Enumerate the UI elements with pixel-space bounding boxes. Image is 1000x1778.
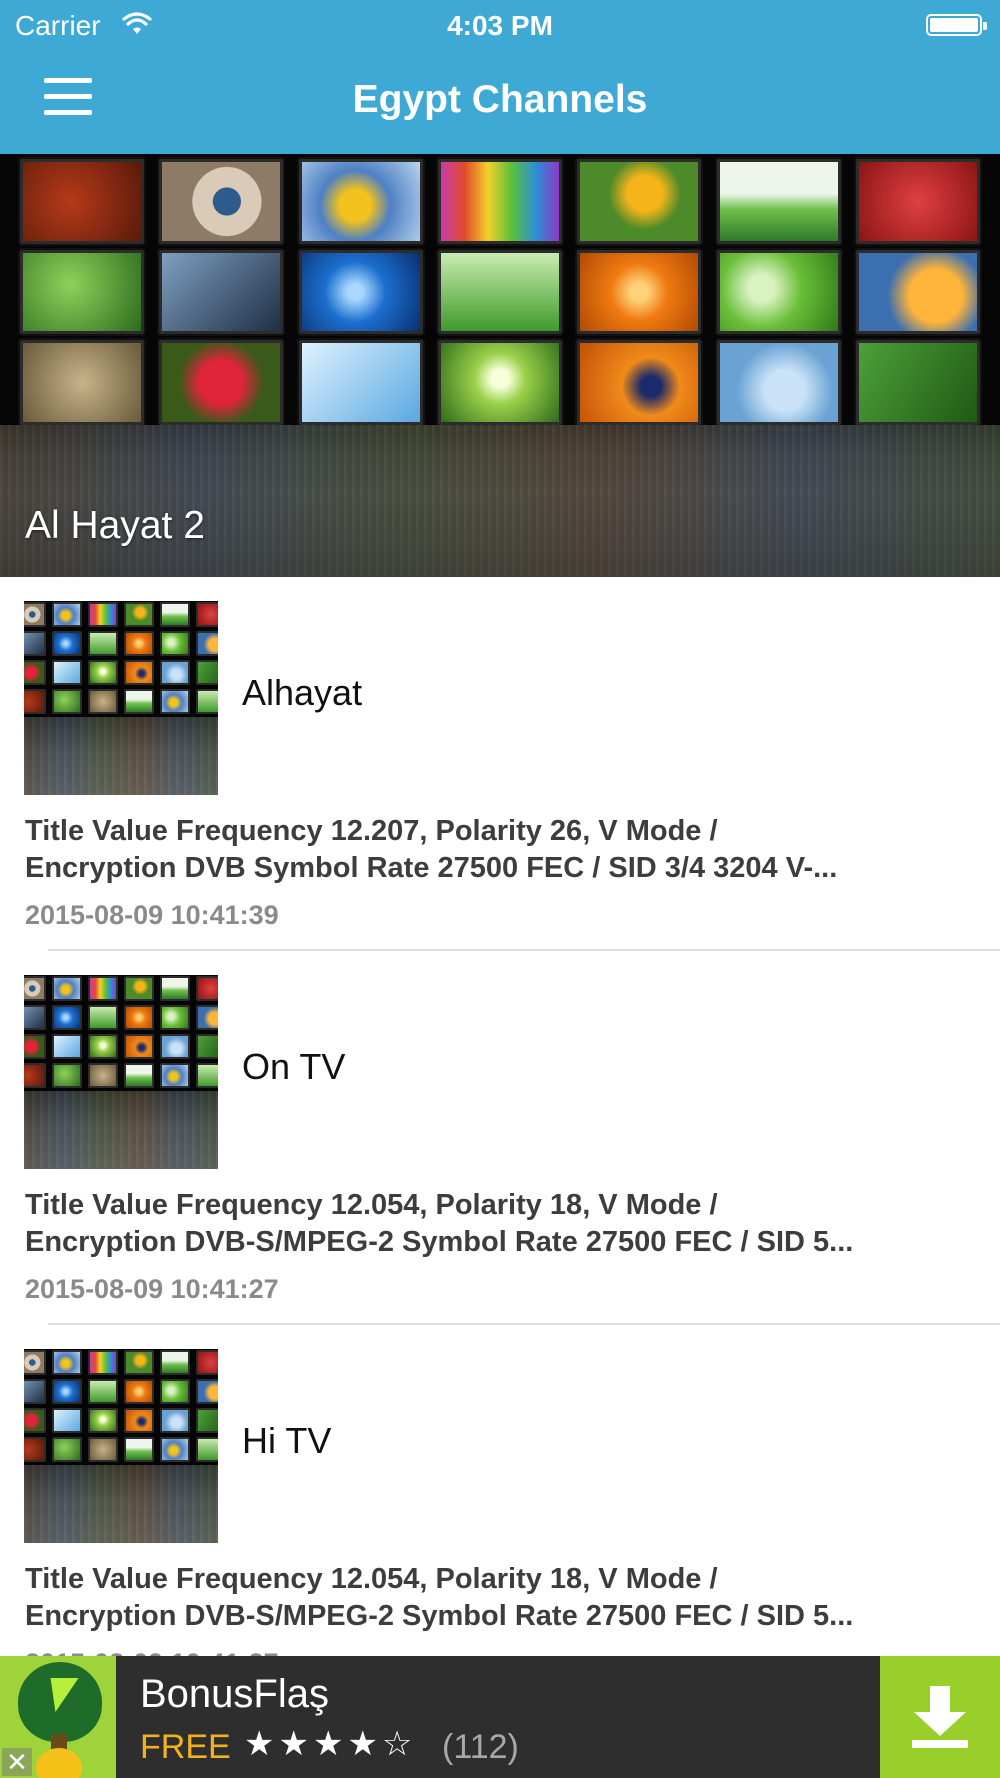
channel-name: Alhayat (242, 672, 363, 713)
list-item[interactable]: Hi TV Title Value Frequency 12.054, Pola… (0, 1325, 1000, 1699)
channel-list: Alhayat Title Value Frequency 12.207, Po… (0, 577, 1000, 1699)
channel-name: On TV (242, 1046, 346, 1087)
ad-download-button[interactable] (880, 1656, 1000, 1778)
channel-thumbnail (24, 1349, 218, 1543)
channel-description-line: Encryption DVB-S/MPEG-2 Symbol Rate 2750… (25, 1600, 854, 1632)
download-arrow-icon (912, 1686, 968, 1748)
channel-description-line: Title Value Frequency 12.054, Polarity 1… (25, 1189, 718, 1221)
ad-app-icon[interactable]: ✕ (0, 1656, 116, 1778)
channel-thumbnail (24, 601, 218, 795)
list-item[interactable]: Alhayat Title Value Frequency 12.207, Po… (0, 577, 1000, 951)
ad-review-count: (112) (442, 1728, 519, 1766)
status-bar: Carrier 4:03 PM (0, 0, 1000, 50)
channel-date: 2015-08-09 10:41:39 (25, 900, 279, 930)
ad-banner[interactable]: ✕ BonusFlaş FREE ★★★★☆ (112) (0, 1656, 1000, 1778)
featured-channel-title: Al Hayat 2 (25, 504, 205, 547)
page-title: Egypt Channels (352, 78, 648, 121)
clock: 4:03 PM (447, 10, 553, 41)
channel-description: Title Value Frequency 12.054, Polarity 1… (25, 1561, 973, 1635)
channel-name: Hi TV (242, 1420, 332, 1461)
battery-icon (926, 14, 987, 36)
navigation-bar: Carrier 4:03 PM Egypt Channels (0, 0, 1000, 154)
featured-channel-banner[interactable]: Al Hayat 2 (0, 154, 1000, 577)
channel-description-line: Encryption DVB-S/MPEG-2 Symbol Rate 2750… (25, 1226, 854, 1258)
ad-rating-stars: ★★★★☆ (244, 1725, 417, 1763)
channel-description-line: Encryption DVB Symbol Rate 27500 FEC / S… (25, 852, 838, 884)
channel-description-line: Title Value Frequency 12.207, Polarity 2… (25, 815, 718, 847)
channel-thumbnail (24, 975, 218, 1169)
ad-app-name: BonusFlaş (140, 1672, 329, 1716)
channel-description: Title Value Frequency 12.207, Polarity 2… (25, 813, 973, 887)
channel-description-line: Title Value Frequency 12.054, Polarity 1… (25, 1563, 718, 1595)
channel-description: Title Value Frequency 12.054, Polarity 1… (25, 1187, 973, 1261)
close-ad-icon[interactable]: ✕ (2, 1748, 32, 1776)
list-item[interactable]: On TV Title Value Frequency 12.054, Pola… (0, 951, 1000, 1325)
ad-price: FREE (140, 1728, 231, 1766)
channel-date: 2015-08-09 10:41:27 (25, 1274, 279, 1304)
